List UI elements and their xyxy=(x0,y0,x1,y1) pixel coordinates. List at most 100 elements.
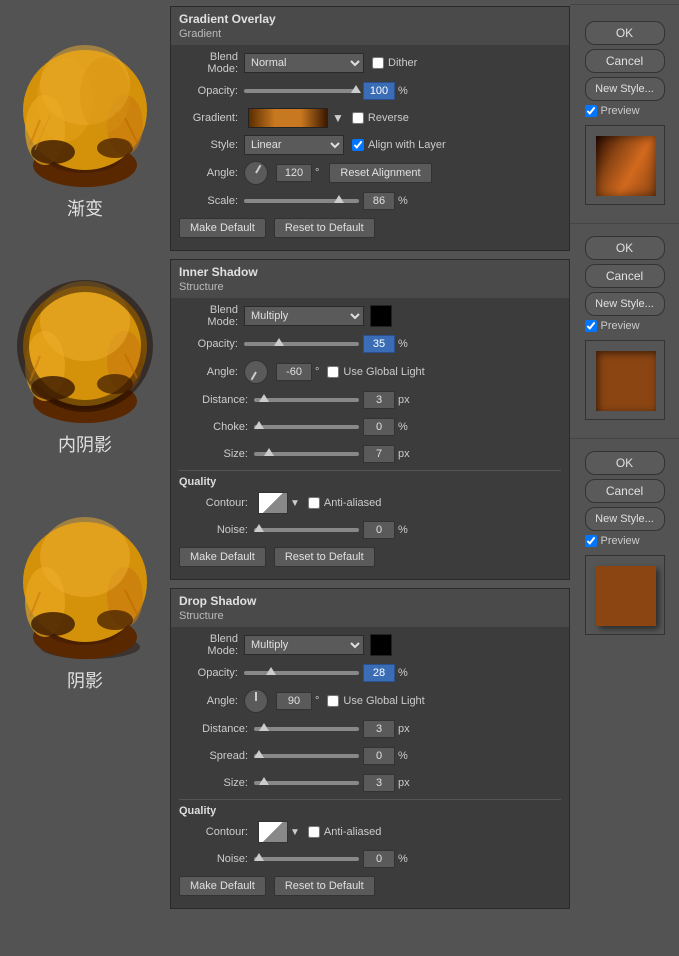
drop-spread-thumb[interactable] xyxy=(254,750,264,758)
inner-angle-dial[interactable] xyxy=(244,360,268,384)
drop-distance-thumb[interactable] xyxy=(259,723,269,731)
gradient-reset-default-button[interactable]: Reset to Default xyxy=(274,218,375,238)
inner-choke-value[interactable] xyxy=(363,418,395,436)
drop-distance-value[interactable] xyxy=(363,720,395,738)
drop-size-label: Size: xyxy=(179,777,254,789)
opacity-slider-gradient[interactable] xyxy=(244,89,359,93)
drop-size-thumb[interactable] xyxy=(259,777,269,785)
drop-noise-thumb[interactable] xyxy=(254,853,264,861)
drop-make-default-button[interactable]: Make Default xyxy=(179,876,266,896)
drop-style-thumbnail xyxy=(585,555,665,635)
drop-contour-arrow[interactable]: ▼ xyxy=(290,827,300,838)
drop-preview-checkbox[interactable] xyxy=(585,535,597,547)
gradient-new-style-button[interactable]: New Style... xyxy=(585,77,665,101)
inner-opacity-slider[interactable] xyxy=(244,342,359,346)
drop-spread-value[interactable] xyxy=(363,747,395,765)
drop-contour-swatch[interactable] xyxy=(258,821,288,843)
scale-slider[interactable] xyxy=(244,199,359,203)
inner-noise-slider[interactable] xyxy=(254,528,359,532)
opacity-value-gradient[interactable]: 100 xyxy=(363,82,395,100)
drop-blend-mode-select[interactable]: Multiply Normal xyxy=(244,635,364,655)
opacity-thumb-gradient[interactable] xyxy=(351,85,361,93)
drop-noise-slider[interactable] xyxy=(254,857,359,861)
inner-size-slider[interactable] xyxy=(254,452,359,456)
drop-reset-default-button[interactable]: Reset to Default xyxy=(274,876,375,896)
drop-size-row: Size: px xyxy=(179,772,561,794)
inner-noise-value[interactable] xyxy=(363,521,395,539)
gradient-cancel-button[interactable]: Cancel xyxy=(585,49,665,73)
inner-choke-unit: % xyxy=(398,421,408,433)
inner-size-thumb[interactable] xyxy=(264,448,274,456)
inner-quality-divider xyxy=(179,470,561,471)
inner-shadow-brush-image xyxy=(15,236,155,426)
drop-anti-aliased-checkbox[interactable] xyxy=(308,826,320,838)
reverse-checkbox[interactable] xyxy=(352,112,364,124)
inner-size-value[interactable] xyxy=(363,445,395,463)
drop-size-value[interactable] xyxy=(363,774,395,792)
drop-noise-value[interactable] xyxy=(363,850,395,868)
inner-shadow-subtitle: Structure xyxy=(171,281,569,298)
inner-angle-value[interactable] xyxy=(276,363,312,381)
gradient-buttons-row: Make Default Reset to Default xyxy=(179,218,561,244)
inner-choke-thumb[interactable] xyxy=(254,421,264,429)
drop-opacity-slider[interactable] xyxy=(244,671,359,675)
inner-opacity-label: Opacity: xyxy=(179,338,244,350)
inner-opacity-value[interactable] xyxy=(363,335,395,353)
gradient-preview-checkbox[interactable] xyxy=(585,105,597,117)
inner-opacity-row: Opacity: % xyxy=(179,333,561,355)
blend-mode-select[interactable]: Normal Multiply Screen xyxy=(244,53,364,73)
gradient-ok-button[interactable]: OK xyxy=(585,21,665,45)
inner-opacity-unit: % xyxy=(398,338,408,350)
inner-distance-value[interactable] xyxy=(363,391,395,409)
inner-cancel-button[interactable]: Cancel xyxy=(585,264,665,288)
gradient-overlay-title: Gradient Overlay xyxy=(171,7,569,28)
dial-line-gradient xyxy=(255,165,261,174)
gradient-dropdown-arrow[interactable]: ▼ xyxy=(332,111,344,125)
inner-contour-arrow[interactable]: ▼ xyxy=(290,498,300,509)
drop-angle-dial[interactable] xyxy=(244,689,268,713)
inner-shadow-preview-block: 内阴影 xyxy=(15,236,155,472)
inner-blend-mode-select[interactable]: Multiply Normal xyxy=(244,306,364,326)
drop-size-slider[interactable] xyxy=(254,781,359,785)
reset-alignment-button[interactable]: Reset Alignment xyxy=(329,163,431,183)
inner-size-unit: px xyxy=(398,448,410,460)
drop-shadow-color-swatch[interactable] xyxy=(370,634,392,656)
inner-choke-row: Choke: % xyxy=(179,416,561,438)
inner-anti-aliased-area: Anti-aliased xyxy=(308,497,381,509)
inner-distance-thumb[interactable] xyxy=(259,394,269,402)
inner-preview-checkbox[interactable] xyxy=(585,320,597,332)
drop-opacity-thumb[interactable] xyxy=(266,667,276,675)
drop-global-light-checkbox[interactable] xyxy=(327,695,339,707)
drop-distance-slider[interactable] xyxy=(254,727,359,731)
inner-choke-slider[interactable] xyxy=(254,425,359,429)
style-select[interactable]: Linear Radial Angle xyxy=(244,135,344,155)
inner-opacity-thumb[interactable] xyxy=(274,338,284,346)
gradient-swatch[interactable] xyxy=(248,108,328,128)
scale-thumb[interactable] xyxy=(334,195,344,203)
inner-noise-thumb[interactable] xyxy=(254,524,264,532)
drop-spread-slider[interactable] xyxy=(254,754,359,758)
scale-value[interactable] xyxy=(363,192,395,210)
inner-global-light-checkbox[interactable] xyxy=(327,366,339,378)
inner-reset-default-button[interactable]: Reset to Default xyxy=(274,547,375,567)
inner-distance-slider[interactable] xyxy=(254,398,359,402)
drop-angle-value[interactable] xyxy=(276,692,312,710)
inner-make-default-button[interactable]: Make Default xyxy=(179,547,266,567)
gradient-overlay-panel: Gradient Overlay Gradient Blend Mode: No… xyxy=(170,6,570,251)
inner-contour-swatch[interactable] xyxy=(258,492,288,514)
dither-checkbox[interactable] xyxy=(372,57,384,69)
angle-value-gradient[interactable] xyxy=(276,164,312,182)
drop-new-style-button[interactable]: New Style... xyxy=(585,507,665,531)
gradient-make-default-button[interactable]: Make Default xyxy=(179,218,266,238)
drop-cancel-button[interactable]: Cancel xyxy=(585,479,665,503)
inner-shadow-color-swatch[interactable] xyxy=(370,305,392,327)
drop-ok-button[interactable]: OK xyxy=(585,451,665,475)
angle-dial-gradient[interactable] xyxy=(244,161,268,185)
inner-blend-mode-row: Blend Mode: Multiply Normal xyxy=(179,304,561,328)
inner-anti-aliased-checkbox[interactable] xyxy=(308,497,320,509)
drop-opacity-value[interactable] xyxy=(363,664,395,682)
align-layer-checkbox[interactable] xyxy=(352,139,364,151)
gradient-brush-image xyxy=(15,0,155,190)
inner-ok-button[interactable]: OK xyxy=(585,236,665,260)
inner-new-style-button[interactable]: New Style... xyxy=(585,292,665,316)
